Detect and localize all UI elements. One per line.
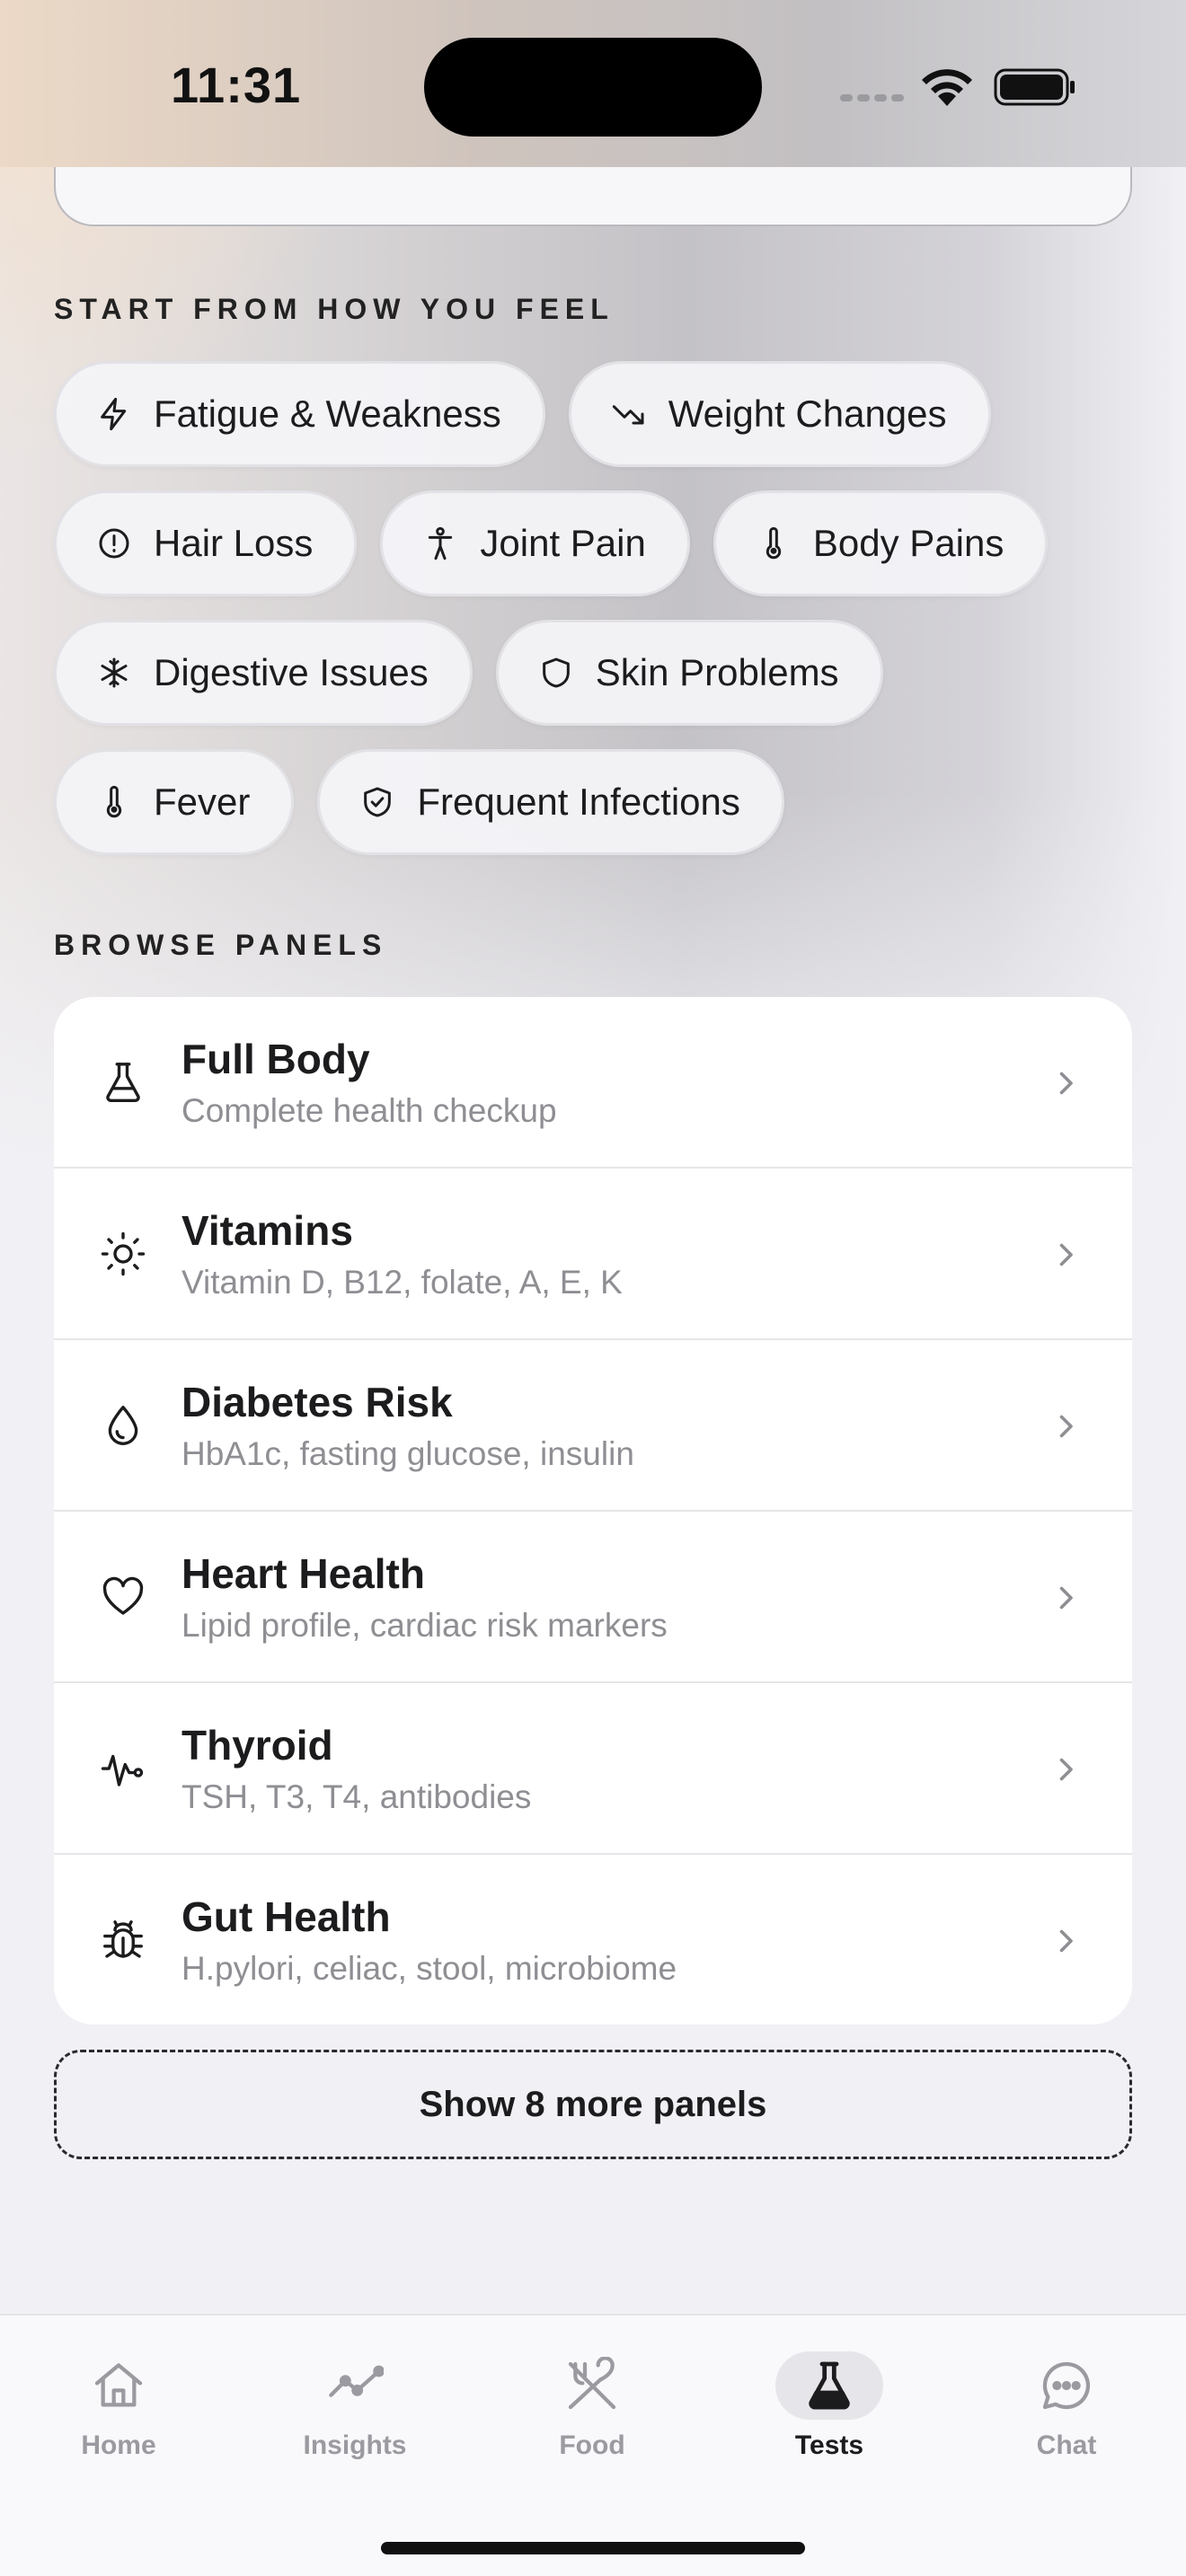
panel-title: Heart Health: [181, 1550, 425, 1597]
panels-section-label: BROWSE PANELS: [54, 929, 388, 961]
tab-tests[interactable]: Tests: [739, 2351, 919, 2486]
panel-subtitle: Lipid profile, cardiac risk markers: [181, 1607, 668, 1644]
home-icon: [65, 2351, 173, 2420]
thermometer-icon: [96, 784, 132, 820]
snowflake-icon: [96, 655, 132, 691]
bug-icon: [99, 1916, 147, 1964]
bolt-icon: [96, 396, 132, 432]
chip-frequent-infections[interactable]: Frequent Infections: [317, 749, 784, 855]
tab-label: Insights: [303, 2430, 407, 2460]
panel-title: Gut Health: [181, 1893, 391, 1940]
flask-icon: [775, 2351, 883, 2420]
chip-digestive-issues[interactable]: Digestive Issues: [54, 620, 473, 726]
body-figure-icon: [422, 525, 458, 561]
tab-home[interactable]: Home: [29, 2351, 208, 2486]
symptoms-section-label: START FROM HOW YOU FEEL: [54, 293, 615, 325]
fork-knife-icon: [538, 2351, 646, 2420]
chevron-right-icon: [1059, 1072, 1073, 1095]
tab-label: Home: [81, 2430, 156, 2460]
chip-skin-problems[interactable]: Skin Problems: [495, 620, 883, 726]
panels-list: Full Body Complete health checkup Vitami…: [54, 997, 1132, 2025]
chevron-right-icon: [1059, 1415, 1073, 1438]
chip-fever[interactable]: Fever: [54, 749, 295, 855]
chip-label: Fatigue & Weakness: [154, 393, 501, 435]
chevron-right-icon: [1059, 1929, 1073, 1953]
heart-icon: [99, 1573, 147, 1621]
tab-label: Tests: [794, 2430, 864, 2460]
chip-label: Body Pains: [812, 522, 1005, 564]
chip-label: Skin Problems: [595, 651, 839, 693]
wifi-icon: [922, 69, 972, 106]
signal-icon: [840, 94, 904, 101]
symptom-chips: Fatigue & Weakness Weight Changes Hair L…: [54, 361, 1150, 878]
droplet-icon: [99, 1401, 147, 1450]
chip-hair-loss[interactable]: Hair Loss: [54, 490, 358, 596]
chip-joint-pain[interactable]: Joint Pain: [380, 490, 690, 596]
chart-line-icon: [301, 2351, 409, 2420]
status-bar: 11:31: [0, 0, 1186, 167]
chip-label: Digestive Issues: [154, 651, 429, 693]
chip-body-pains[interactable]: Body Pains: [712, 490, 1049, 596]
panel-subtitle: TSH, T3, T4, antibodies: [181, 1778, 532, 1815]
dynamic-island: [424, 38, 762, 137]
panel-row-vitamins[interactable]: Vitamins Vitamin D, B12, folate, A, E, K: [54, 1169, 1132, 1340]
pulse-icon: [99, 1744, 147, 1793]
chip-label: Joint Pain: [480, 522, 646, 564]
tab-label: Food: [559, 2430, 625, 2460]
panel-row-heart-health[interactable]: Heart Health Lipid profile, cardiac risk…: [54, 1512, 1132, 1683]
tab-food[interactable]: Food: [502, 2351, 682, 2486]
tab-bar: Home Insights Food Tests Chat: [0, 2314, 1186, 2576]
panel-title: Vitamins: [181, 1207, 353, 1254]
home-indicator: [381, 2542, 805, 2554]
status-icons: [836, 63, 1087, 108]
chevron-right-icon: [1059, 1243, 1073, 1266]
thermometer-icon: [756, 525, 792, 561]
panel-title: Thyroid: [181, 1722, 333, 1769]
chip-label: Fever: [154, 781, 251, 823]
panel-subtitle: H.pylori, celiac, stool, microbiome: [181, 1950, 677, 1987]
panel-row-gut-health[interactable]: Gut Health H.pylori, celiac, stool, micr…: [54, 1855, 1132, 2025]
trend-down-icon: [611, 396, 647, 432]
panel-subtitle: HbA1c, fasting glucose, insulin: [181, 1435, 634, 1472]
chevron-right-icon: [1059, 1758, 1073, 1781]
chip-weight-changes[interactable]: Weight Changes: [568, 361, 991, 467]
panel-row-thyroid[interactable]: Thyroid TSH, T3, T4, antibodies: [54, 1683, 1132, 1855]
battery-icon: [994, 68, 1075, 106]
panel-subtitle: Vitamin D, B12, folate, A, E, K: [181, 1264, 623, 1301]
chip-label: Frequent Infections: [417, 781, 740, 823]
panel-subtitle: Complete health checkup: [181, 1092, 557, 1129]
shield-icon: [538, 655, 574, 691]
alert-circle-icon: [96, 525, 132, 561]
panel-title: Diabetes Risk: [181, 1379, 453, 1425]
chat-bubble-icon: [1013, 2351, 1120, 2420]
panel-row-full-body[interactable]: Full Body Complete health checkup: [54, 997, 1132, 1169]
tab-label: Chat: [1036, 2430, 1097, 2460]
panel-row-diabetes-risk[interactable]: Diabetes Risk HbA1c, fasting glucose, in…: [54, 1340, 1132, 1512]
shield-check-icon: [359, 784, 395, 820]
tab-chat[interactable]: Chat: [977, 2351, 1156, 2486]
status-time: 11:31: [171, 57, 302, 113]
panel-title: Full Body: [181, 1036, 370, 1082]
chip-label: Hair Loss: [154, 522, 314, 564]
tab-insights[interactable]: Insights: [265, 2351, 445, 2486]
chevron-right-icon: [1059, 1586, 1073, 1610]
chip-label: Weight Changes: [668, 393, 947, 435]
chip-fatigue-weakness[interactable]: Fatigue & Weakness: [54, 361, 545, 467]
sun-icon: [99, 1230, 147, 1278]
flask-icon: [99, 1058, 147, 1107]
show-more-panels-button[interactable]: Show 8 more panels: [54, 2050, 1132, 2159]
